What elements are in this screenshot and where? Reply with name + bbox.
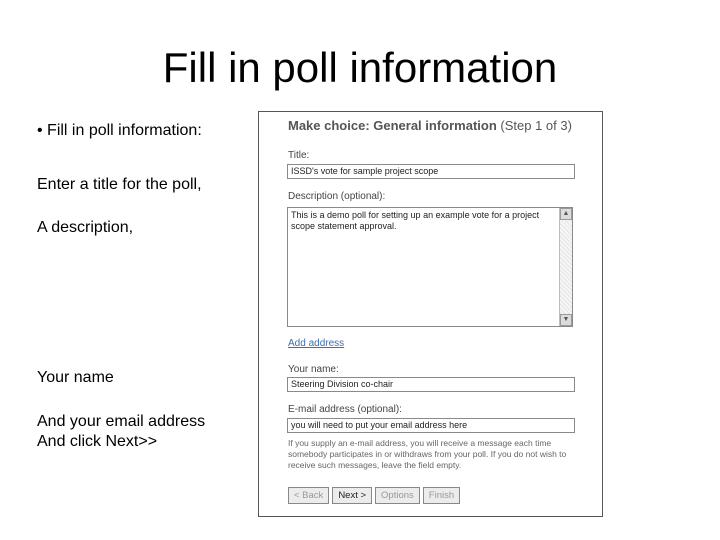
description-label: Description (optional):	[288, 191, 386, 202]
title-label: Title:	[288, 150, 310, 161]
form-heading: Make choice: General information (Step 1…	[288, 118, 572, 133]
description-text: This is a demo poll for setting up an ex…	[291, 210, 540, 231]
add-address-link[interactable]: Add address	[288, 338, 344, 349]
bullet-next-step: And click Next>>	[37, 433, 158, 450]
bullet-intro: • Fill in poll information:	[37, 122, 202, 139]
bullet-description-step: A description,	[37, 219, 134, 236]
title-input[interactable]: ISSD's vote for sample project scope	[287, 164, 575, 179]
email-input[interactable]: you will need to put your email address …	[287, 418, 575, 433]
email-label: E-mail address (optional):	[288, 404, 402, 415]
back-button[interactable]: < Back	[288, 487, 330, 504]
poll-form-screenshot: Make choice: General information (Step 1…	[258, 111, 603, 517]
options-button[interactable]: Options	[375, 487, 420, 504]
step-indicator: (Step 1 of 3)	[500, 118, 572, 133]
scroll-down-icon[interactable]: ▼	[560, 314, 572, 326]
bullet-title-step: Enter a title for the poll,	[37, 176, 202, 193]
description-textarea[interactable]: This is a demo poll for setting up an ex…	[287, 207, 573, 327]
next-button[interactable]: Next >	[332, 487, 373, 504]
description-scrollbar[interactable]: ▲ ▼	[559, 208, 572, 326]
form-heading-text: Make choice: General information	[288, 118, 497, 133]
email-help-text: If you supply an e-mail address, you wil…	[288, 438, 567, 470]
finish-button[interactable]: Finish	[422, 487, 461, 504]
bullet-email-step: And your email address	[37, 413, 206, 430]
scroll-up-icon[interactable]: ▲	[560, 208, 572, 220]
slide-title: Fill in poll information	[162, 44, 558, 91]
name-input[interactable]: Steering Division co-chair	[287, 377, 575, 392]
bullet-name-step: Your name	[37, 369, 114, 386]
wizard-button-row: < Back Next > Options Finish	[288, 487, 461, 504]
name-label: Your name:	[288, 364, 339, 375]
